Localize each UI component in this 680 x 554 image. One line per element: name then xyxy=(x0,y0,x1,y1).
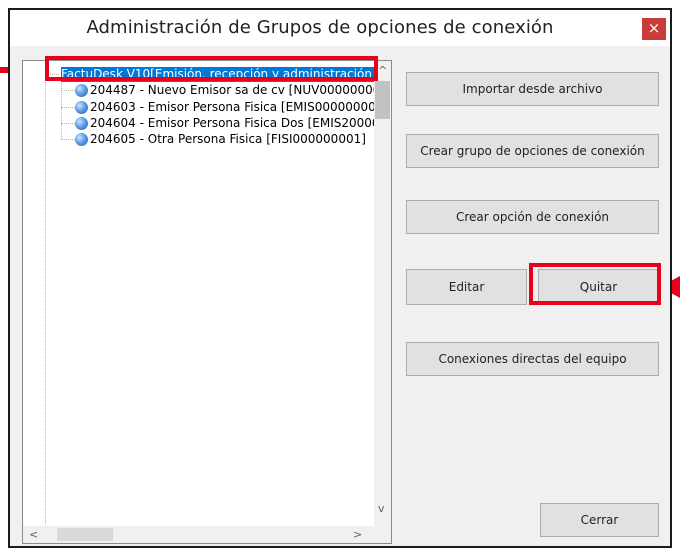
globe-icon xyxy=(75,101,88,114)
scroll-right-icon[interactable]: > xyxy=(353,529,362,540)
horizontal-scrollbar[interactable]: < > xyxy=(23,526,374,543)
tree-item[interactable]: 204604 - Emisor Persona Fisica Dos [EMIS… xyxy=(90,116,387,131)
close-button[interactable]: Cerrar xyxy=(540,503,659,537)
vertical-scroll-thumb[interactable] xyxy=(375,81,390,119)
tree-connector xyxy=(61,123,75,124)
horizontal-scroll-thumb[interactable] xyxy=(57,528,113,541)
window-title: Administración de Grupos de opciones de … xyxy=(86,17,554,38)
title-bar: Administración de Grupos de opciones de … xyxy=(10,10,670,46)
highlight-box-remove xyxy=(529,263,661,305)
globe-icon xyxy=(75,117,88,130)
scroll-up-icon[interactable]: ^ xyxy=(378,65,387,76)
direct-connections-button[interactable]: Conexiones directas del equipo xyxy=(406,342,659,376)
highlight-box-tree-root xyxy=(45,56,378,81)
tree-item[interactable]: 204605 - Otra Persona Fisica [FISI000000… xyxy=(90,132,366,147)
vertical-scrollbar[interactable]: ^ v xyxy=(374,61,391,527)
scroll-left-icon[interactable]: < xyxy=(29,529,38,540)
close-icon[interactable]: × xyxy=(642,18,666,40)
tree-connector xyxy=(61,139,75,140)
tree-connector xyxy=(61,107,75,108)
tree-connector xyxy=(61,90,75,91)
scroll-down-icon[interactable]: v xyxy=(378,503,385,514)
edit-button[interactable]: Editar xyxy=(406,269,527,305)
tree-item[interactable]: 204603 - Emisor Persona Fisica [EMIS0000… xyxy=(90,100,388,115)
tree-item[interactable]: 204487 - Nuevo Emisor sa de cv [NUV00000… xyxy=(90,83,391,98)
create-group-button[interactable]: Crear grupo de opciones de conexión xyxy=(406,134,659,168)
scrollbar-corner xyxy=(374,526,391,543)
globe-icon xyxy=(75,84,88,97)
import-button[interactable]: Importar desde archivo xyxy=(406,72,659,106)
globe-icon xyxy=(75,133,88,146)
tree-connector xyxy=(45,75,46,527)
tree-view[interactable]: FactuDesk V10[Emisión, recepción y admin… xyxy=(22,60,392,544)
create-option-button[interactable]: Crear opción de conexión xyxy=(406,200,659,234)
